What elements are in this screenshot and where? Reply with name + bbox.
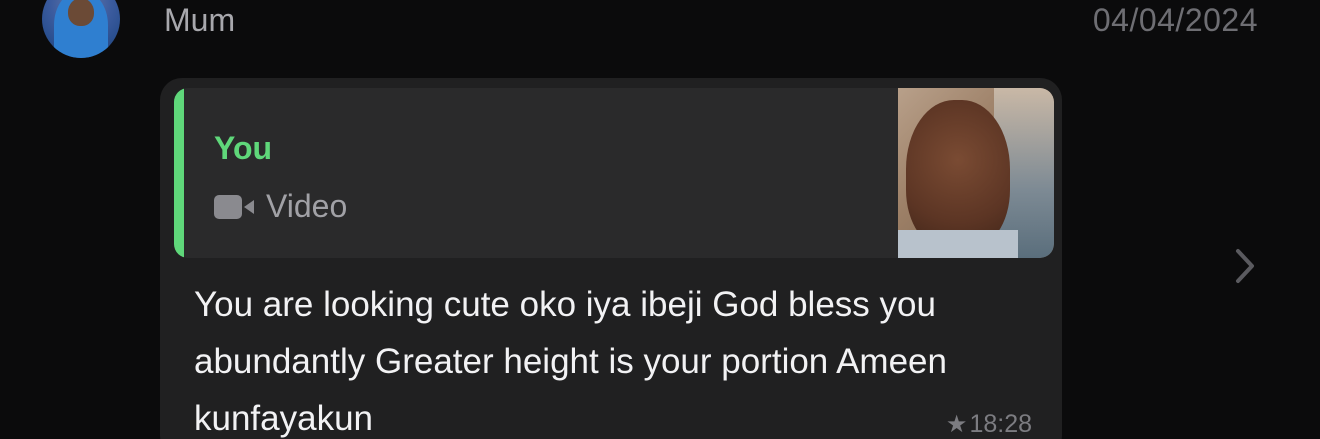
starred-message-screen: Mum 04/04/2024 You Video You are looking… bbox=[0, 0, 1320, 439]
video-camera-icon bbox=[214, 194, 256, 219]
message-date: 04/04/2024 bbox=[1092, 2, 1258, 38]
message-meta: ★ 18:28 bbox=[946, 410, 1032, 439]
quoted-message[interactable]: You Video bbox=[174, 88, 1054, 258]
contact-avatar[interactable] bbox=[42, 0, 120, 58]
chevron-right-icon[interactable] bbox=[1234, 248, 1256, 284]
contact-name[interactable]: Mum bbox=[164, 0, 235, 40]
star-icon: ★ bbox=[945, 411, 968, 438]
thumbnail-shirt bbox=[898, 230, 1018, 258]
message-bubble[interactable]: You Video You are looking cute oko iya i… bbox=[160, 78, 1062, 439]
message-text: You are looking cute oko iya ibeji God b… bbox=[194, 285, 947, 438]
video-thumbnail[interactable] bbox=[898, 88, 1054, 258]
thumbnail-face bbox=[906, 100, 1010, 250]
message-time: 18:28 bbox=[969, 410, 1032, 438]
quoted-author: You bbox=[214, 130, 273, 166]
quoted-type-label: Video bbox=[266, 188, 348, 224]
quote-accent-bar bbox=[174, 88, 184, 258]
avatar-face bbox=[68, 0, 94, 26]
quoted-type: Video bbox=[214, 188, 347, 225]
